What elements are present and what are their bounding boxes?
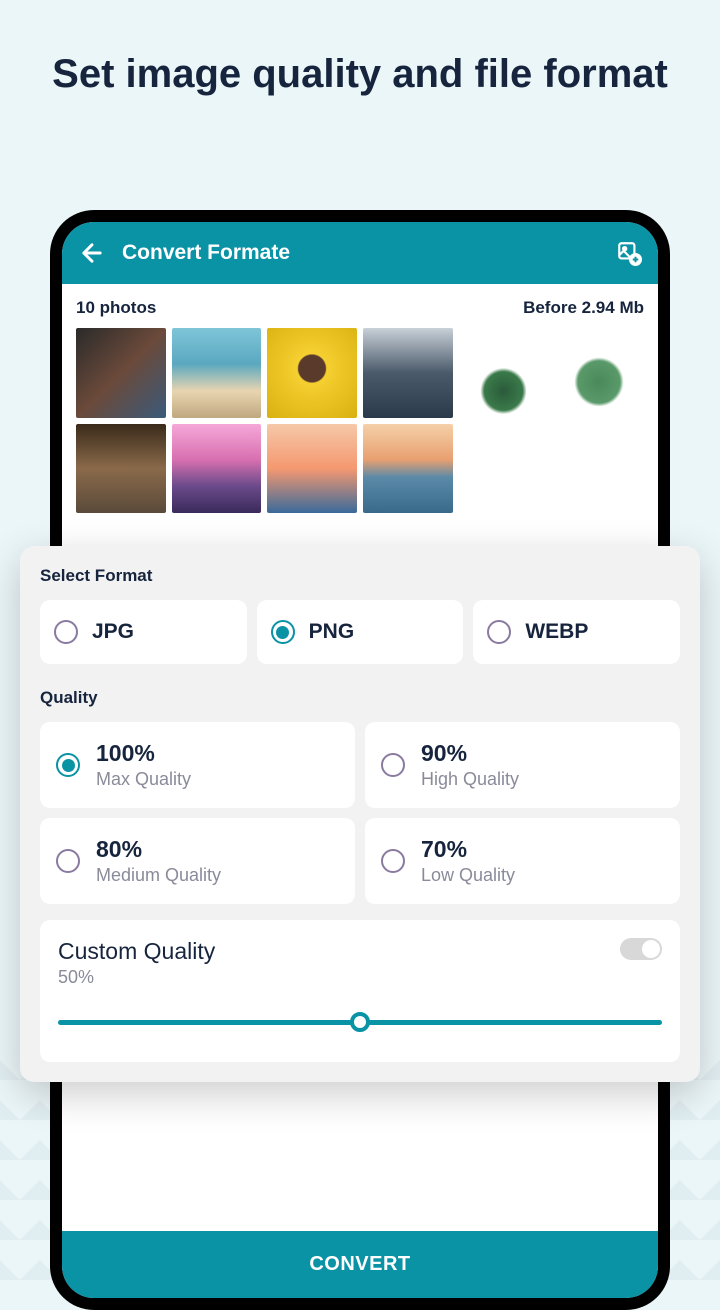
- format-label: WEBP: [525, 620, 588, 644]
- custom-quality-card: Custom Quality 50%: [40, 920, 680, 1062]
- radio-icon: [381, 849, 405, 873]
- radio-icon: [56, 849, 80, 873]
- custom-quality-pct: 50%: [58, 967, 215, 988]
- format-option-jpg[interactable]: JPG: [40, 600, 247, 664]
- quality-pct: 90%: [421, 740, 519, 767]
- quality-pct: 80%: [96, 836, 221, 863]
- thumbnail[interactable]: [459, 328, 549, 418]
- format-option-webp[interactable]: WEBP: [473, 600, 680, 664]
- content-area: 10 photos Before 2.94 Mb: [62, 284, 658, 527]
- app-bar: Convert Formate: [62, 222, 658, 284]
- format-label: JPG: [92, 620, 134, 644]
- slider-thumb[interactable]: [350, 1012, 370, 1032]
- thumbnail[interactable]: [76, 424, 166, 514]
- radio-icon: [381, 753, 405, 777]
- thumbnail[interactable]: [267, 424, 357, 514]
- radio-icon: [271, 620, 295, 644]
- custom-quality-slider[interactable]: [58, 1012, 662, 1032]
- thumbnail[interactable]: [267, 328, 357, 418]
- quality-pct: 100%: [96, 740, 191, 767]
- format-label: PNG: [309, 620, 355, 644]
- radio-icon: [56, 753, 80, 777]
- quality-option-80[interactable]: 80% Medium Quality: [40, 818, 355, 904]
- quality-option-70[interactable]: 70% Low Quality: [365, 818, 680, 904]
- thumbnail[interactable]: [363, 328, 453, 418]
- custom-quality-title: Custom Quality: [58, 938, 215, 965]
- thumbnail[interactable]: [76, 328, 166, 418]
- photo-count: 10 photos: [76, 298, 156, 318]
- format-section-label: Select Format: [40, 566, 680, 586]
- hero-title: Set image quality and file format: [0, 0, 720, 140]
- quality-options: 100% Max Quality 90% High Quality 80% Me…: [40, 722, 680, 904]
- convert-button[interactable]: CONVERT: [62, 1231, 658, 1298]
- quality-pct: 70%: [421, 836, 515, 863]
- back-icon[interactable]: [78, 239, 106, 267]
- radio-icon: [487, 620, 511, 644]
- add-image-icon[interactable]: [616, 240, 642, 266]
- app-bar-title: Convert Formate: [122, 241, 616, 265]
- status-row: 10 photos Before 2.94 Mb: [76, 298, 644, 318]
- radio-icon: [54, 620, 78, 644]
- quality-section-label: Quality: [40, 688, 680, 708]
- format-options: JPG PNG WEBP: [40, 600, 680, 664]
- custom-quality-toggle[interactable]: [620, 938, 662, 960]
- format-option-png[interactable]: PNG: [257, 600, 464, 664]
- settings-sheet: Select Format JPG PNG WEBP Quality 100% …: [20, 546, 700, 1082]
- thumbnail[interactable]: [554, 328, 644, 418]
- quality-desc: Medium Quality: [96, 865, 221, 886]
- thumbnail[interactable]: [363, 424, 453, 514]
- thumbnail[interactable]: [172, 328, 262, 418]
- quality-desc: Low Quality: [421, 865, 515, 886]
- quality-option-90[interactable]: 90% High Quality: [365, 722, 680, 808]
- quality-desc: Max Quality: [96, 769, 191, 790]
- thumbnail-grid: [76, 328, 644, 513]
- quality-desc: High Quality: [421, 769, 519, 790]
- quality-option-100[interactable]: 100% Max Quality: [40, 722, 355, 808]
- file-size-before: Before 2.94 Mb: [523, 298, 644, 318]
- thumbnail[interactable]: [172, 424, 262, 514]
